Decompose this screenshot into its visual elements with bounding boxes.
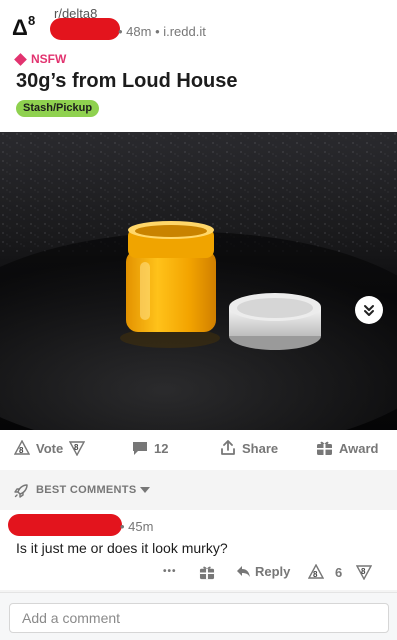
post-flair[interactable]: Stash/Pickup	[16, 100, 100, 117]
reply-label: Reply	[255, 564, 291, 579]
svg-text:8: 8	[19, 446, 24, 455]
nsfw-icon	[14, 52, 27, 66]
more-options-button[interactable]: •••	[163, 566, 177, 577]
award-button[interactable]: Award	[316, 440, 379, 456]
post-header: Δ 8 r/delta8 • 48m • i.redd.it NSFW 30g’…	[0, 0, 397, 130]
comment-item: • 45m Is it just me or does it look murk…	[0, 510, 397, 588]
redacted-username	[50, 18, 120, 40]
comment-sort-label: BEST COMMENTS	[36, 484, 137, 496]
vote-label: Vote	[36, 440, 64, 456]
share-label: Share	[242, 440, 279, 456]
share-icon	[221, 440, 235, 455]
comment-sort-header[interactable]: BEST COMMENTS	[0, 470, 397, 510]
comment-icon	[133, 442, 147, 455]
caret-down-icon	[140, 487, 151, 493]
subreddit-icon[interactable]: Δ 8	[10, 8, 44, 42]
comments-count: 12	[154, 441, 169, 456]
post-image-illustration	[0, 132, 397, 430]
comment-award-icon[interactable]	[199, 565, 215, 580]
svg-text:8: 8	[74, 443, 79, 452]
post-image[interactable]	[0, 132, 397, 430]
post-action-bar: 8 Vote 8 12 Share Award	[0, 430, 397, 468]
reply-button[interactable]: Reply	[236, 564, 290, 579]
nsfw-tag: NSFW	[14, 52, 67, 66]
gift-icon	[317, 441, 332, 455]
downvote-icon[interactable]: 8	[69, 440, 86, 456]
award-label: Award	[339, 440, 379, 456]
comment-text: Is it just me or does it look murky?	[16, 540, 228, 556]
add-comment-input[interactable]	[9, 603, 389, 633]
rocket-icon	[14, 483, 28, 498]
svg-text:Δ: Δ	[12, 15, 28, 40]
expand-media-button[interactable]	[355, 296, 383, 324]
comment-composer	[0, 592, 397, 640]
post-title[interactable]: 30g’s from Loud House	[16, 70, 238, 93]
share-button[interactable]: Share	[220, 440, 278, 456]
comment-downvote-icon[interactable]: 8	[356, 564, 372, 580]
vote-control: 8 Vote 8	[14, 440, 86, 456]
comment-meta: • 45m	[120, 519, 154, 534]
svg-text:8: 8	[361, 567, 366, 576]
comment-actions: ••• Reply 8 6 8	[0, 563, 397, 585]
post-meta: • 48m • i.redd.it	[118, 24, 206, 39]
redacted-commenter	[8, 514, 122, 536]
upvote-icon[interactable]: 8	[14, 440, 30, 456]
reply-icon	[237, 566, 250, 577]
svg-text:8: 8	[28, 13, 35, 28]
comment-score: 6	[335, 565, 343, 580]
nsfw-label: NSFW	[31, 52, 67, 66]
comments-button[interactable]: 12	[132, 441, 168, 456]
svg-text:8: 8	[313, 570, 318, 579]
chevron-double-down-icon	[364, 305, 374, 316]
comment-upvote-icon[interactable]: 8	[308, 564, 324, 580]
